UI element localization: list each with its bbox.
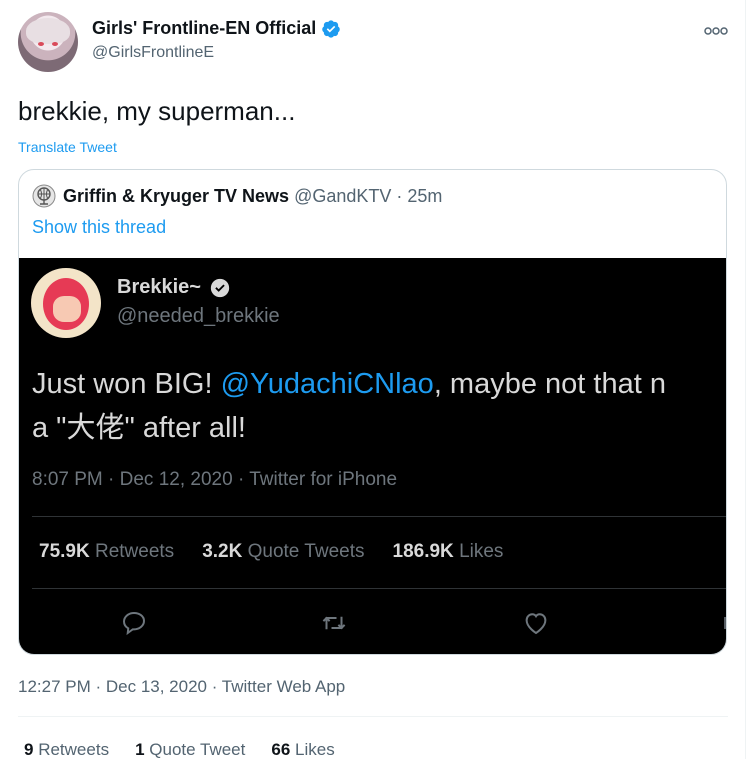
quote-tweets-label[interactable]: Quote Tweet — [149, 740, 245, 759]
embedded-text-line2: a "大佬" after all! — [32, 412, 246, 444]
more-options-icon[interactable] — [700, 24, 732, 38]
likes-label[interactable]: Likes — [295, 740, 335, 759]
quoted-tweet-card[interactable]: Griffin & Kryuger TV News @GandKTV · 25m… — [18, 169, 727, 655]
author-name-text[interactable]: Girls' Frontline-EN Official — [92, 18, 316, 39]
retweets-label[interactable]: Retweets — [38, 740, 109, 759]
reply-icon — [122, 611, 146, 636]
retweet-icon — [322, 616, 346, 630]
like-icon — [525, 613, 547, 635]
tweet-timestamp[interactable]: 12:27 PM · Dec 13, 2020 · Twitter Web Ap… — [18, 677, 345, 697]
embedded-divider — [32, 516, 726, 517]
embedded-date: 8:07 PM · Dec 12, 2020 · Twitter for iPh… — [32, 469, 398, 490]
likes-count[interactable]: 66 — [271, 740, 290, 759]
share-icon — [724, 617, 726, 629]
embedded-text-line1: Just won BIG! @YudachiCNlao, maybe not t… — [32, 362, 726, 406]
quoted-author-line[interactable]: Griffin & Kryuger TV News @GandKTV · 25m — [63, 186, 442, 207]
embedded-display-name: Brekkie~ — [117, 276, 231, 299]
author-handle[interactable]: @GirlsFrontlineE — [92, 44, 214, 62]
embedded-screenshot-image[interactable]: Brekkie~ @needed_brekkie Just won BIG! @… — [19, 258, 726, 654]
embedded-stats: 75.9K Retweets 3.2K Quote Tweets 186.9K … — [39, 541, 503, 563]
embedded-quotes-count: 3.2K — [202, 541, 243, 562]
quote-tweets-count[interactable]: 1 — [135, 740, 144, 759]
embedded-quotes-stat: 3.2K Quote Tweets — [202, 541, 364, 563]
tweet-text: brekkie, my superman... — [18, 96, 296, 126]
embedded-likes-stat: 186.9K Likes — [393, 541, 504, 563]
author-avatar[interactable] — [18, 12, 78, 72]
engagement-stats: 9 Retweets 1 Quote Tweet 66 Likes — [24, 740, 335, 760]
embedded-retweets-label: Retweets — [94, 541, 175, 562]
embedded-text-start: Just won BIG! — [32, 368, 221, 400]
author-display-name[interactable]: Girls' Frontline-EN Official — [92, 18, 341, 39]
verified-badge-icon — [210, 278, 230, 297]
embedded-divider — [32, 588, 726, 589]
translate-tweet-link[interactable]: Translate Tweet — [18, 139, 117, 155]
embedded-likes-label: Likes — [459, 541, 504, 562]
quote-tweets-stat[interactable]: 1 Quote Tweet — [135, 740, 245, 760]
embedded-text-end: , maybe not that n — [433, 368, 666, 400]
embedded-handle: @needed_brekkie — [117, 305, 280, 327]
verified-badge-icon — [322, 19, 341, 38]
embedded-quotes-label: Quote Tweets — [247, 541, 365, 562]
globe-icon — [32, 184, 56, 208]
retweets-stat[interactable]: 9 Retweets — [24, 740, 109, 760]
embedded-retweets-count: 75.9K — [39, 541, 90, 562]
quoted-meta: @GandKTV · 25m — [294, 186, 443, 206]
show-thread-link[interactable]: Show this thread — [32, 217, 166, 238]
embedded-likes-count: 186.9K — [392, 541, 454, 562]
embedded-name-text: Brekkie~ — [117, 276, 201, 298]
embedded-mention: @YudachiCNlao — [220, 368, 434, 400]
divider — [18, 716, 728, 717]
likes-stat[interactable]: 66 Likes — [271, 740, 334, 760]
embedded-avatar — [31, 268, 101, 338]
embedded-retweets-stat: 75.9K Retweets — [39, 541, 174, 563]
quoted-display-name[interactable]: Griffin & Kryuger TV News — [63, 186, 289, 206]
retweets-count[interactable]: 9 — [24, 740, 33, 759]
